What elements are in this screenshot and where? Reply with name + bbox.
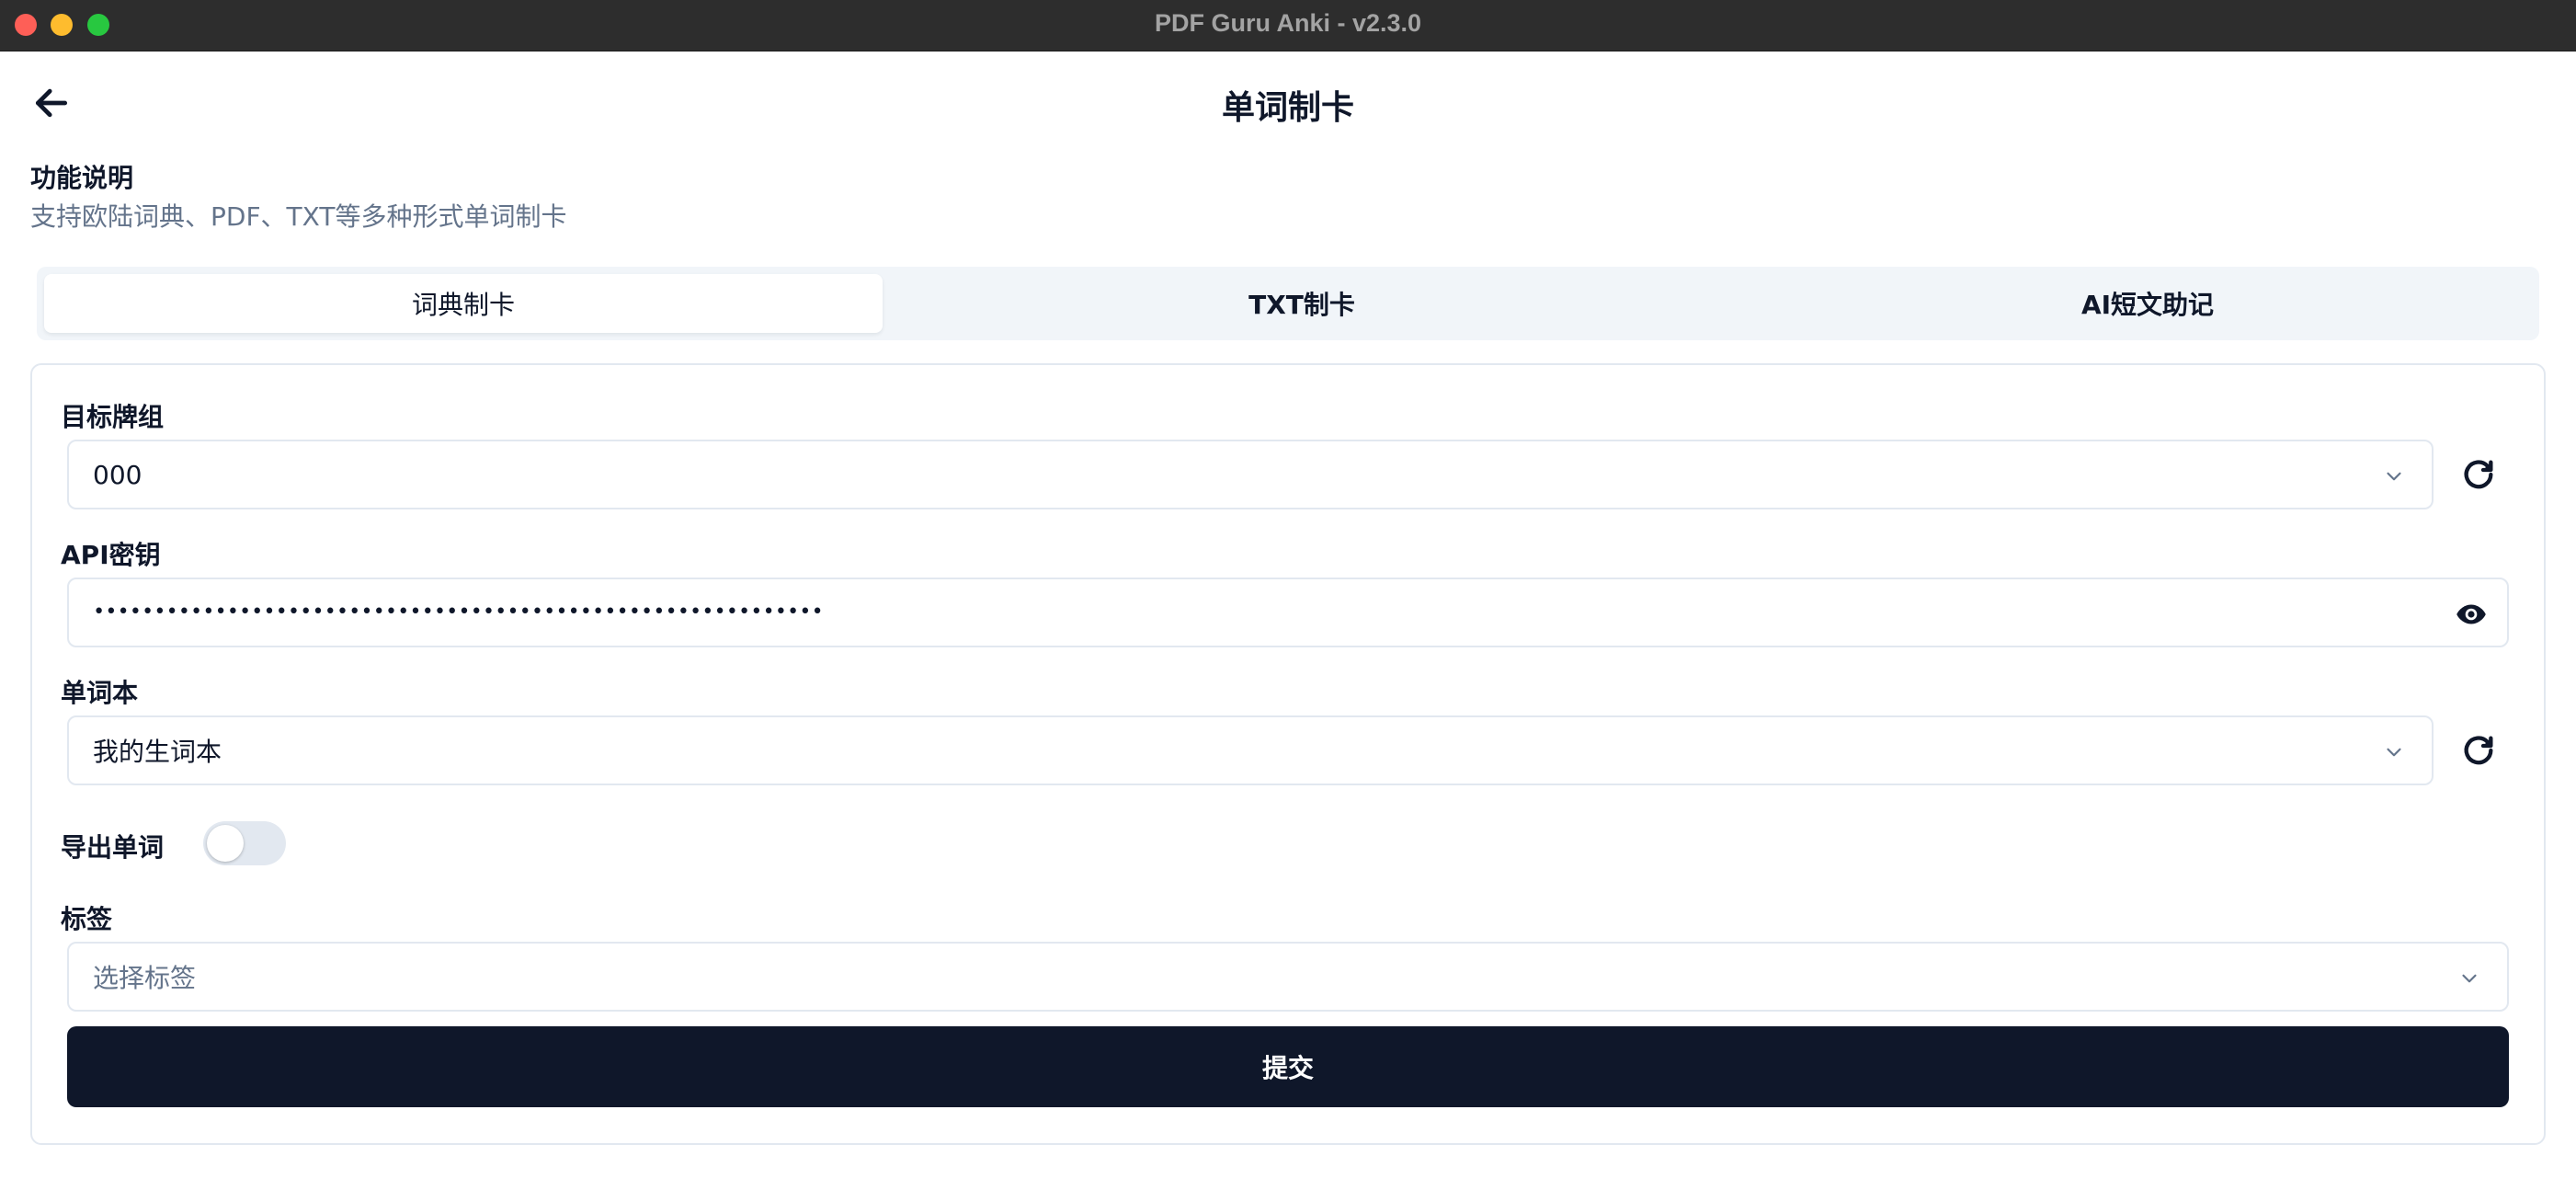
wordbook-select-value: 我的生词本 (93, 737, 222, 767)
tags-label: 标签 (61, 904, 113, 934)
deck-select[interactable]: 000 (67, 440, 2434, 509)
tab-ai-mnemonic[interactable]: AI短文助记 (1728, 274, 2567, 333)
tab-bar: 词典制卡 TXT制卡 AI短文助记 (37, 267, 2539, 340)
api-key-masked-value: ••••••••••••••••••••••••••••••••••••••••… (93, 601, 824, 624)
refresh-deck-icon[interactable] (2460, 456, 2497, 493)
deck-select-value: 000 (93, 459, 142, 490)
export-words-toggle[interactable] (203, 821, 286, 865)
refresh-wordbook-icon[interactable] (2460, 732, 2497, 769)
wordbook-select[interactable]: 我的生词本 (67, 715, 2434, 785)
description-text: 支持欧陆词典、PDF、TXT等多种形式单词制卡 (30, 201, 567, 232)
description-title: 功能说明 (30, 163, 134, 193)
window-titlebar: PDF Guru Anki - v2.3.0 (0, 0, 2576, 51)
submit-button[interactable]: 提交 (67, 1026, 2509, 1107)
wordbook-label: 单词本 (61, 678, 139, 708)
tags-placeholder: 选择标签 (93, 963, 197, 993)
chevron-down-icon (2387, 472, 2401, 481)
page-title: 单词制卡 (1221, 89, 1354, 127)
tab-dictionary[interactable]: 词典制卡 (44, 274, 883, 333)
api-key-label: API密钥 (61, 540, 161, 570)
eye-icon[interactable] (2454, 598, 2489, 631)
window-title: PDF Guru Anki - v2.3.0 (1154, 9, 1422, 37)
chevron-down-icon (2462, 974, 2477, 983)
api-key-input[interactable]: ••••••••••••••••••••••••••••••••••••••••… (67, 578, 2509, 647)
toggle-knob (207, 825, 244, 862)
tab-txt[interactable]: TXT制卡 (883, 274, 1721, 333)
deck-label: 目标牌组 (61, 402, 165, 432)
tags-select[interactable]: 选择标签 (67, 942, 2509, 1012)
chevron-down-icon (2387, 748, 2401, 757)
export-words-label: 导出单词 (61, 832, 165, 863)
